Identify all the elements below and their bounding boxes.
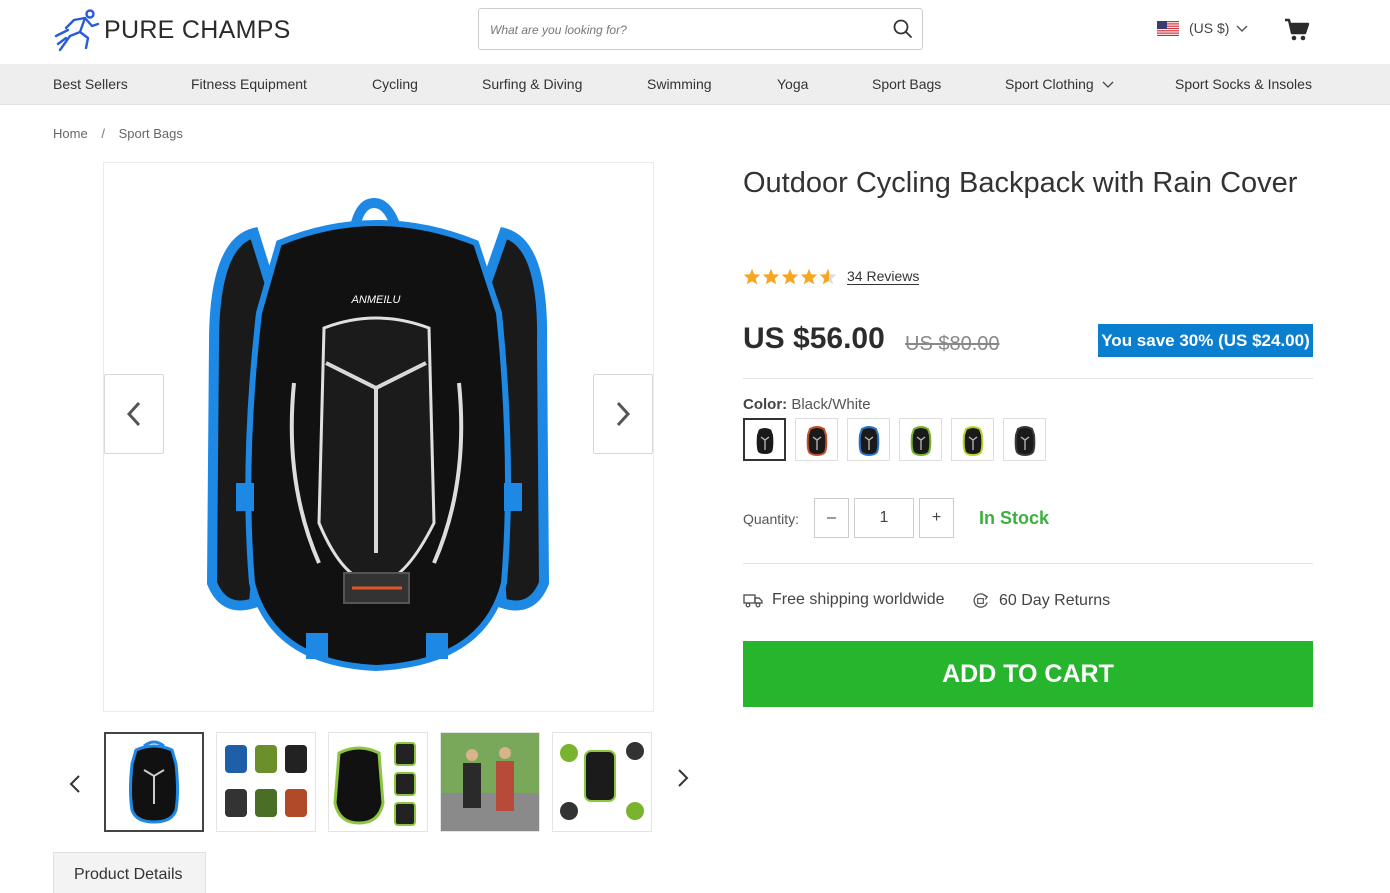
breadcrumb-sport-bags[interactable]: Sport Bags — [119, 126, 183, 141]
backpack-thumbnail — [129, 740, 179, 824]
backpack-swatch-icon — [962, 425, 983, 456]
brand-name: PURE CHAMPS — [104, 15, 291, 44]
us-flag-icon — [1157, 20, 1179, 36]
backpack-image: ANMEILU — [206, 197, 550, 672]
nav-item-sport-socks-insoles[interactable]: Sport Socks & Insoles — [1175, 76, 1312, 92]
cyclists-photo-thumbnail — [441, 733, 539, 831]
backpack-swatch-icon — [910, 425, 931, 456]
star-icon — [762, 268, 780, 285]
runner-logo-icon — [54, 9, 100, 52]
nav-item-sport-bags[interactable]: Sport Bags — [872, 76, 941, 92]
thumbnail-5[interactable] — [552, 732, 652, 832]
search-icon[interactable] — [892, 18, 914, 40]
returns-label: 60 Day Returns — [999, 591, 1111, 609]
site-header: PURE CHAMPS (US $) — [0, 0, 1390, 64]
nav-item-fitness-equipment[interactable]: Fitness Equipment — [191, 76, 307, 92]
returns-icon — [973, 593, 989, 608]
color-swatch-black[interactable] — [1003, 418, 1046, 461]
color-swatch-green[interactable] — [899, 418, 942, 461]
breadcrumb-separator: / — [101, 126, 105, 141]
thumbnail-3[interactable] — [328, 732, 428, 832]
original-price: US $80.00 — [905, 333, 1000, 355]
chevron-right-icon — [616, 401, 631, 427]
color-label: Color: Black/White — [743, 396, 871, 413]
chevron-left-icon — [126, 401, 141, 427]
backpack-swatch-icon — [1014, 425, 1035, 456]
truck-icon — [743, 594, 763, 608]
color-swatch-lime[interactable] — [951, 418, 994, 461]
product-title: Outdoor Cycling Backpack with Rain Cover — [743, 167, 1298, 199]
star-icon — [781, 268, 799, 285]
current-price: US $56.00 — [743, 322, 885, 355]
nav-item-cycling[interactable]: Cycling — [372, 76, 418, 92]
chevron-down-icon — [1236, 25, 1248, 32]
thumbs-next-icon[interactable] — [670, 762, 694, 794]
nav-item-yoga[interactable]: Yoga — [777, 76, 808, 92]
divider — [743, 378, 1313, 379]
green-backpack-thumbnail — [333, 742, 416, 826]
nav-item-label: Sport Clothing — [1005, 76, 1094, 92]
main-nav: Best Sellers Fitness Equipment Cycling S… — [0, 64, 1390, 105]
quantity-input[interactable] — [854, 498, 914, 538]
breadcrumb-home[interactable]: Home — [53, 126, 88, 141]
thumbs-prev-icon[interactable] — [64, 768, 88, 800]
backpack-swatch-icon — [806, 425, 827, 456]
free-shipping-label: Free shipping worldwide — [772, 591, 945, 608]
add-to-cart-button[interactable]: ADD TO CART — [743, 641, 1313, 707]
thumbnail-4[interactable] — [440, 732, 540, 832]
product-main-image: ANMEILU — [103, 162, 654, 712]
brand-logo[interactable]: PURE CHAMPS — [52, 6, 292, 54]
free-shipping-info: Free shipping worldwide — [743, 591, 945, 609]
stock-status: In Stock — [979, 508, 1050, 528]
savings-badge: You save 30% (US $24.00) — [1098, 324, 1313, 357]
divider — [743, 563, 1313, 564]
gallery-prev-button[interactable] — [104, 374, 164, 454]
search-input[interactable] — [490, 19, 880, 41]
search-box — [478, 8, 923, 50]
star-rating — [743, 268, 837, 285]
breadcrumb: Home / Sport Bags — [53, 126, 183, 141]
backpack-swatch-icon — [754, 425, 775, 456]
quantity-decrease-button[interactable]: – — [814, 498, 849, 538]
star-icon — [743, 268, 761, 285]
color-label-value: Black/White — [791, 396, 871, 413]
quantity-increase-button[interactable]: + — [919, 498, 954, 538]
color-swatch-blue[interactable] — [847, 418, 890, 461]
product-rating: 34 Reviews — [743, 268, 920, 285]
accessories-thumbnail — [560, 742, 644, 820]
chevron-down-icon — [1102, 81, 1114, 88]
color-swatch-black-white[interactable] — [743, 418, 786, 461]
returns-info: 60 Day Returns — [971, 591, 1110, 610]
nav-item-sport-clothing[interactable]: Sport Clothing — [1005, 76, 1114, 92]
half-star-icon — [819, 268, 837, 285]
tab-product-details[interactable]: Product Details — [53, 852, 206, 893]
nav-item-best-sellers[interactable]: Best Sellers — [53, 76, 128, 92]
currency-label: (US $) — [1189, 20, 1230, 36]
star-icon — [800, 268, 818, 285]
reviews-link[interactable]: 34 Reviews — [847, 268, 920, 285]
color-variants-thumbnail — [225, 745, 307, 817]
nav-item-swimming[interactable]: Swimming — [647, 76, 712, 92]
thumbnail-2[interactable] — [216, 732, 316, 832]
backpack-swatch-icon — [858, 425, 879, 456]
nav-item-surfing-diving[interactable]: Surfing & Diving — [482, 76, 582, 92]
quantity-label: Quantity: — [743, 511, 800, 527]
color-label-key: Color: — [743, 396, 788, 413]
svg-text:ANMEILU: ANMEILU — [351, 294, 401, 306]
cart-icon[interactable] — [1284, 18, 1310, 42]
thumbnail-1[interactable] — [104, 732, 204, 832]
gallery-next-button[interactable] — [593, 374, 653, 454]
currency-selector[interactable]: (US $) — [1157, 20, 1249, 36]
color-swatch-orange[interactable] — [795, 418, 838, 461]
